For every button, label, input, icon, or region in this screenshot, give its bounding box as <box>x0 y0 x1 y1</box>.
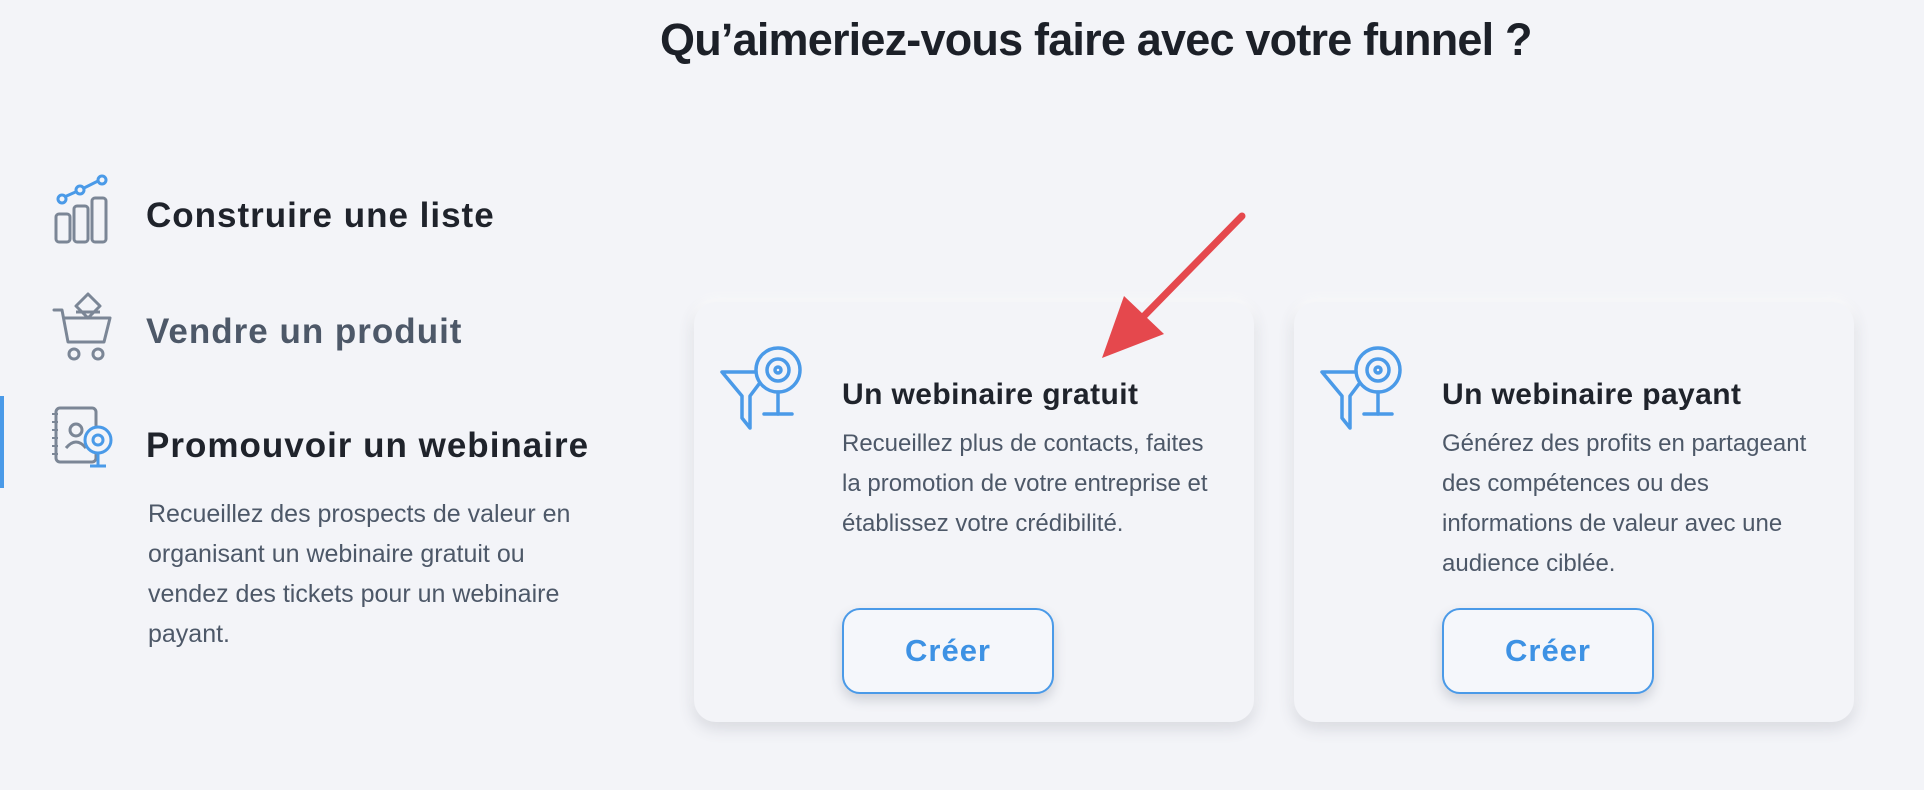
card-title: Un webinaire payant <box>1442 378 1742 411</box>
menu-item-promote-webinar[interactable]: Promouvoir un webinaire <box>0 396 620 488</box>
funnel-webcam-icon <box>1320 346 1402 430</box>
card-title: Un webinaire gratuit <box>842 378 1139 411</box>
card-description: Générez des profits en partageant des co… <box>1442 430 1807 577</box>
menu-item-sell-product[interactable]: Vendre un produit <box>0 286 620 376</box>
card-paid-webinar: Un webinaire payant Générez des profits … <box>1294 302 1854 722</box>
webinar-notebook-icon <box>52 406 113 468</box>
shopping-cart-icon <box>52 292 112 361</box>
create-free-webinar-button[interactable]: Créer <box>842 608 1054 694</box>
card-description: Recueillez plus de contacts, faites la p… <box>842 430 1208 537</box>
menu-item-label: Construire une liste <box>146 196 495 235</box>
menu-item-label: Vendre un produit <box>146 312 463 351</box>
menu-item-build-list[interactable]: Construire une liste <box>0 170 620 260</box>
create-paid-webinar-button[interactable]: Créer <box>1442 608 1654 694</box>
bar-chart-growth-icon <box>54 174 108 244</box>
annotation-arrow-icon <box>1102 212 1246 358</box>
funnel-type-page: Qu’aimeriez-vous faire avec votre funnel… <box>0 0 1924 790</box>
menu-item-description: Recueillez des prospects de valeur en or… <box>148 500 571 648</box>
funnel-webcam-icon <box>720 346 802 430</box>
menu-item-label: Promouvoir un webinaire <box>146 426 590 465</box>
page-title: Qu’aimeriez-vous faire avec votre funnel… <box>660 14 1533 65</box>
card-free-webinar: Un webinaire gratuit Recueillez plus de … <box>694 302 1254 722</box>
